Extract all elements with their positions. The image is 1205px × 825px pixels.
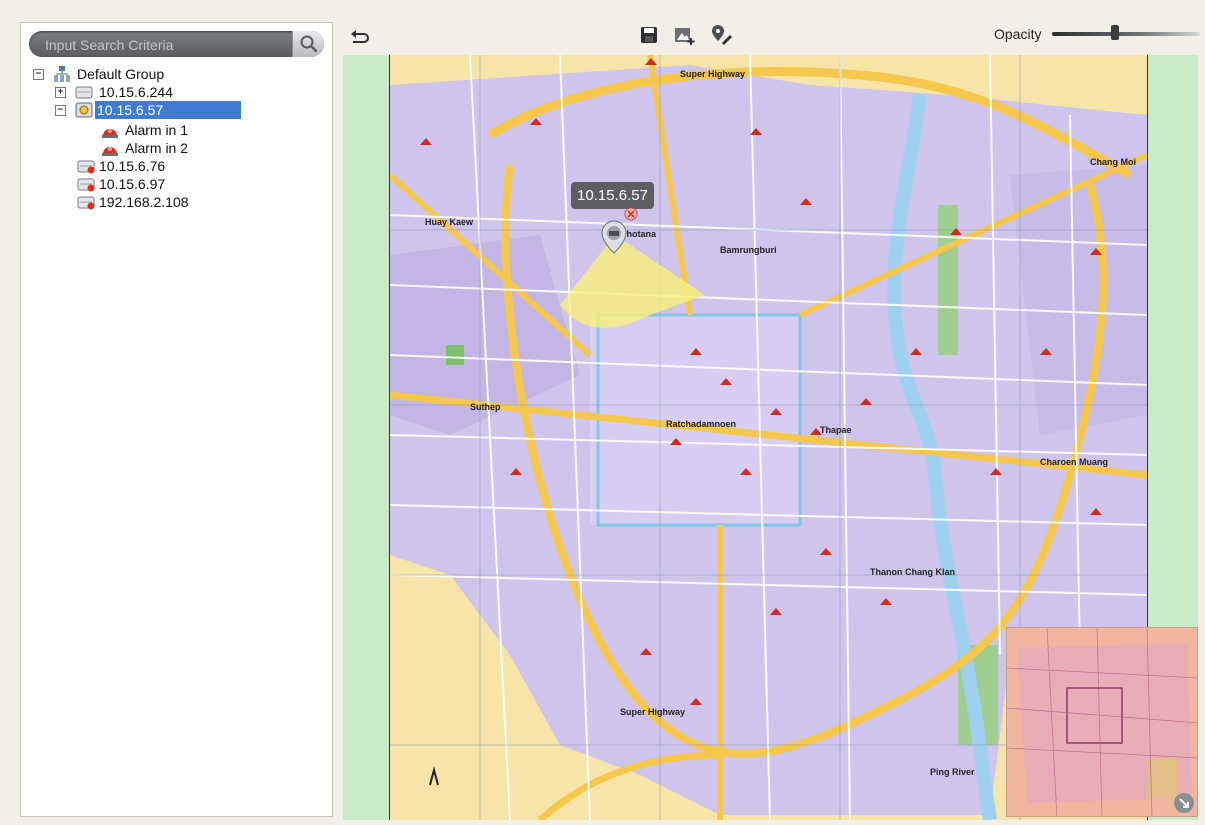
collapse-icon[interactable]: − (55, 105, 66, 116)
back-arrow-icon[interactable] (349, 28, 371, 46)
search-button[interactable] (292, 31, 324, 57)
close-tooltip-icon[interactable] (624, 207, 638, 221)
map-road-label: Suthep (470, 402, 501, 412)
map-road-label: Super Highway (620, 707, 685, 717)
alarm-label: Alarm in 2 (125, 140, 189, 156)
map-road-label: Ratchadamnoen (666, 419, 736, 429)
device-label-selected: 10.15.6.57 (95, 101, 241, 119)
save-icon[interactable] (640, 26, 658, 44)
tree-root-label: Default Group (77, 66, 165, 82)
minimap[interactable] (1006, 627, 1198, 817)
device-tooltip: 10.15.6.57 (571, 182, 654, 209)
search-input[interactable] (43, 34, 287, 56)
map-road-label: Ping River (930, 767, 975, 777)
opacity-slider-thumb[interactable] (1111, 25, 1119, 40)
add-map-icon[interactable] (674, 26, 696, 46)
expand-icon[interactable]: + (55, 87, 66, 98)
search-box (29, 31, 324, 57)
offline-device-icon (77, 160, 95, 174)
group-icon (54, 66, 70, 82)
nvr-icon (75, 86, 93, 99)
alarm-input-icon (102, 147, 118, 156)
map-road-label: Thapae (820, 425, 852, 435)
device-label: 192.168.2.108 (99, 194, 189, 210)
device-label: 10.15.6.244 (99, 84, 173, 100)
map-road-label: Bamrungburi (720, 245, 777, 255)
minimap-graphic (1007, 628, 1197, 816)
minimap-toggle-icon[interactable] (1173, 792, 1195, 814)
map-road-label: Chang Moi (1090, 157, 1136, 167)
device-label: 10.15.6.76 (99, 158, 166, 174)
offline-device-icon (77, 178, 95, 192)
map-road-label: Super Highway (680, 69, 745, 79)
map-road-label: Huay Kaew (425, 217, 474, 227)
opacity-slider-track[interactable] (1052, 32, 1200, 36)
alarm-label: Alarm in 1 (125, 122, 189, 138)
search-icon (300, 35, 318, 53)
map-road-label: Charoen Muang (1040, 457, 1108, 467)
device-tree-panel: − Default Group + 10.15.6.244 − (20, 22, 333, 817)
edit-location-icon[interactable] (709, 24, 733, 46)
camera-device-icon (75, 102, 93, 118)
map-road-label: Thanon Chang Klan (870, 567, 955, 577)
opacity-label: Opacity (994, 26, 1042, 42)
device-label: 10.15.6.97 (99, 176, 166, 192)
camera-marker-icon[interactable] (600, 220, 628, 254)
collapse-icon[interactable]: − (33, 69, 44, 80)
alarm-input-icon (102, 129, 118, 138)
offline-device-icon (77, 196, 95, 210)
